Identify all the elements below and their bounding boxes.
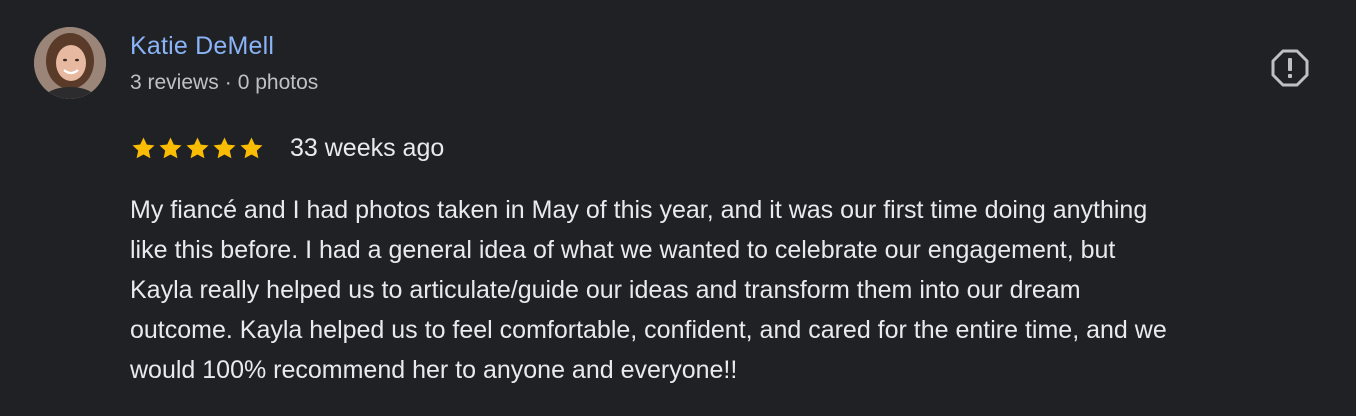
- star-icon: [159, 136, 182, 158]
- review-text-line: Kayla really helped us to articulate/gui…: [130, 276, 1081, 304]
- star-icon: [240, 136, 263, 158]
- star-icon: [213, 136, 236, 158]
- review-text-line: would 100% recommend her to anyone and e…: [130, 356, 738, 384]
- meta-separator: ·: [224, 71, 232, 94]
- star-rating: [130, 135, 265, 162]
- review-text-line: like this before. I had a general idea o…: [130, 236, 1116, 264]
- photos-count: 0 photos: [237, 71, 319, 94]
- reviews-count: 3 reviews: [130, 71, 219, 94]
- author-name-link[interactable]: Katie DeMell: [130, 31, 274, 61]
- user-photo-avatar-icon: [34, 27, 106, 99]
- review-text: My fiancé and I had photos taken in May …: [130, 190, 1340, 390]
- rating-row: 33 weeks ago: [130, 133, 444, 163]
- author-meta: 3 reviews · 0 photos: [130, 70, 318, 96]
- star-icon: [186, 136, 209, 158]
- star-icon: [132, 136, 155, 158]
- report-review-button[interactable]: [1268, 46, 1312, 90]
- author-avatar[interactable]: [34, 27, 106, 99]
- review-text-line: outcome. Kayla helped us to feel comfort…: [130, 316, 1167, 344]
- review-text-line: My fiancé and I had photos taken in May …: [130, 196, 1148, 224]
- review-card: Katie DeMell 3 reviews · 0 photos 33 weeks…: [0, 0, 1356, 416]
- review-date: 33 weeks ago: [290, 134, 445, 162]
- report-octagon-icon: [1271, 49, 1309, 87]
